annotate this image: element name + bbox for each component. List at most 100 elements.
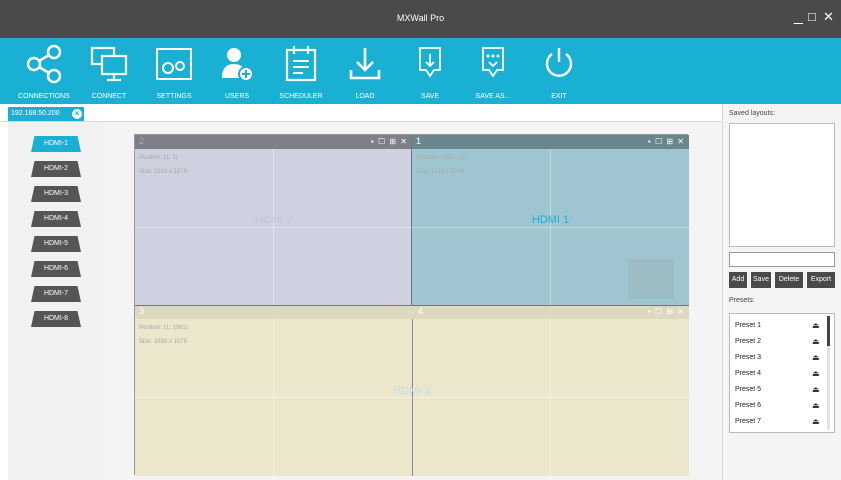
toolbar: CONNECTIONS CONNECT SETTINGS USERS SCHED…	[0, 38, 841, 104]
window-source-name: HDMI 3	[393, 385, 431, 397]
window-position: Position: (1921; 1)	[416, 155, 465, 161]
toolbar-settings-label: SETTINGS	[156, 93, 192, 100]
tab-close-icon[interactable]: ×	[72, 109, 82, 119]
preset-item[interactable]: Preset 4	[735, 370, 761, 377]
load-preset-icon[interactable]: ⏏	[812, 369, 820, 378]
save-icon	[419, 47, 441, 78]
screen-divider	[411, 135, 412, 305]
power-icon	[545, 48, 573, 77]
minimize-button[interactable]: _	[794, 7, 803, 27]
toolbar-save-as-label: SAVE AS...	[475, 93, 511, 100]
window-number: 3	[139, 306, 145, 316]
toolbar-save-as-button[interactable]: SAVE AS...	[458, 38, 528, 104]
source-list: HDMI-1 HDMI-2 HDMI-3 HDMI-4 HDMI-5 HDMI-…	[8, 122, 103, 480]
settings-icon	[156, 48, 192, 80]
load-preset-icon[interactable]: ⏏	[812, 417, 820, 426]
window-size: Size: 1919 x 1079	[139, 169, 188, 175]
layout-name-input[interactable]	[729, 252, 835, 267]
window-number: 1	[416, 136, 422, 146]
save-as-icon	[482, 47, 504, 78]
presets-scrollbar-thumb[interactable]	[827, 316, 830, 346]
source-hdmi-3[interactable]: HDMI-3	[31, 186, 81, 202]
presets-label: Presets:	[729, 297, 755, 304]
source-hdmi-2[interactable]: HDMI-2	[31, 161, 81, 177]
source-hdmi-1[interactable]: HDMI-1	[31, 136, 81, 152]
delete-layout-button[interactable]: Delete	[775, 272, 803, 288]
video-wall: 2 ▪ ☐ ⊞ ✕ Position: (1; 1) Size: 1919 x …	[134, 134, 689, 476]
wall-window-hdmi-1[interactable]: 1 ▪ ☐ ⊞ ✕ Position: (1921; 1) Size: 1919…	[412, 135, 689, 305]
canvas-area: 2 ▪ ☐ ⊞ ✕ Position: (1; 1) Size: 1919 x …	[103, 122, 722, 480]
presets-scrollbar[interactable]	[827, 316, 830, 430]
toolbar-users-button[interactable]: USERS	[202, 38, 272, 104]
source-hdmi-4[interactable]: HDMI-4	[31, 211, 81, 227]
source-hdmi-8[interactable]: HDMI-8	[31, 311, 81, 327]
title-bar: MXWall Pro _ □ ✕	[0, 0, 841, 38]
secondary-window-number: 4	[418, 306, 424, 316]
window-thumbnail	[628, 259, 674, 299]
source-hdmi-5[interactable]: HDMI-5	[31, 236, 81, 252]
window-controls[interactable]: ▪ ☐ ⊞ ✕	[648, 137, 685, 146]
add-layout-button[interactable]: Add	[729, 272, 747, 288]
window-size: Size: 3839 x 1079	[139, 339, 188, 345]
preset-item[interactable]: Preset 1	[735, 322, 761, 329]
window-source-name: HDMI 1	[531, 214, 570, 226]
toolbar-connections-label: CONNECTIONS	[18, 93, 70, 100]
window-size: Size: 1919 x 1079	[416, 169, 465, 175]
toolbar-users-label: USERS	[224, 93, 250, 100]
load-preset-icon[interactable]: ⏏	[812, 337, 820, 346]
window-header[interactable]: 2 ▪ ☐ ⊞ ✕	[135, 135, 412, 149]
connections-icon	[26, 44, 62, 84]
save-layout-button[interactable]: Save	[751, 272, 771, 288]
window-number: 2	[139, 136, 145, 146]
toolbar-exit-button[interactable]: EXIT	[524, 38, 594, 104]
toolbar-connect-button[interactable]: CONNECT	[74, 38, 144, 104]
toolbar-settings-button[interactable]: SETTINGS	[139, 38, 209, 104]
monitors-icon	[90, 46, 128, 82]
maximize-button[interactable]: □	[808, 7, 816, 27]
presets-list: Preset 1 ⏏ Preset 2 ⏏ Preset 3 ⏏ Preset …	[729, 313, 835, 433]
toolbar-connections-button[interactable]: CONNECTIONS	[9, 38, 79, 104]
calendar-icon	[285, 46, 317, 82]
grid-line	[135, 227, 412, 228]
source-hdmi-7[interactable]: HDMI-7	[31, 286, 81, 302]
saved-layouts-list[interactable]	[729, 123, 835, 247]
toolbar-scheduler-button[interactable]: SCHEDULER	[266, 38, 336, 104]
window-position: Position: (1; 1)	[139, 155, 178, 161]
preset-item[interactable]: Preset 5	[735, 386, 761, 393]
preset-item[interactable]: Preset 3	[735, 354, 761, 361]
source-hdmi-6[interactable]: HDMI-6	[31, 261, 81, 277]
tab-label: 192.168.50.200	[11, 110, 60, 117]
tab-strip: 192.168.50.200 ×	[0, 104, 722, 122]
window-controls[interactable]: ▪ ☐ ⊞ ✕	[648, 307, 685, 316]
window-source-name: HDMI 2	[254, 214, 293, 226]
preset-item[interactable]: Preset 2	[735, 338, 761, 345]
preset-item[interactable]: Preset 7	[735, 418, 761, 425]
wall-window-hdmi-2[interactable]: 2 ▪ ☐ ⊞ ✕ Position: (1; 1) Size: 1919 x …	[135, 135, 412, 305]
tab-connection[interactable]: 192.168.50.200 ×	[8, 107, 84, 121]
window-header[interactable]: 1 ▪ ☐ ⊞ ✕	[412, 135, 689, 149]
preset-item[interactable]: Preset 6	[735, 402, 761, 409]
window-title: MXWall Pro	[396, 13, 445, 23]
window-controls[interactable]: ▪ ☐ ⊞ ✕	[371, 137, 408, 146]
export-layout-button[interactable]: Export	[807, 272, 835, 288]
download-icon	[349, 48, 381, 80]
toolbar-save-label: SAVE	[420, 93, 440, 100]
load-preset-icon[interactable]: ⏏	[812, 353, 820, 362]
screen-divider	[135, 305, 689, 306]
grid-line	[135, 397, 689, 398]
close-button[interactable]: ✕	[823, 7, 834, 27]
load-preset-icon[interactable]: ⏏	[812, 401, 820, 410]
window-header[interactable]: 3 4 ▪ ☐ ⊞ ✕	[135, 305, 689, 319]
load-preset-icon[interactable]: ⏏	[812, 321, 820, 330]
wall-window-hdmi-3[interactable]: 3 4 ▪ ☐ ⊞ ✕ Position: (1; 1081) Size: 38…	[135, 305, 689, 476]
toolbar-load-label: LOAD	[355, 93, 375, 100]
grid-line	[412, 227, 689, 228]
toolbar-load-button[interactable]: LOAD	[330, 38, 400, 104]
toolbar-save-button[interactable]: SAVE	[395, 38, 465, 104]
toolbar-scheduler-label: SCHEDULER	[279, 93, 323, 100]
load-preset-icon[interactable]: ⏏	[812, 385, 820, 394]
toolbar-connect-label: CONNECT	[91, 93, 127, 100]
add-user-icon	[222, 48, 254, 82]
window-position: Position: (1; 1081)	[139, 325, 188, 331]
toolbar-exit-label: EXIT	[551, 93, 567, 100]
